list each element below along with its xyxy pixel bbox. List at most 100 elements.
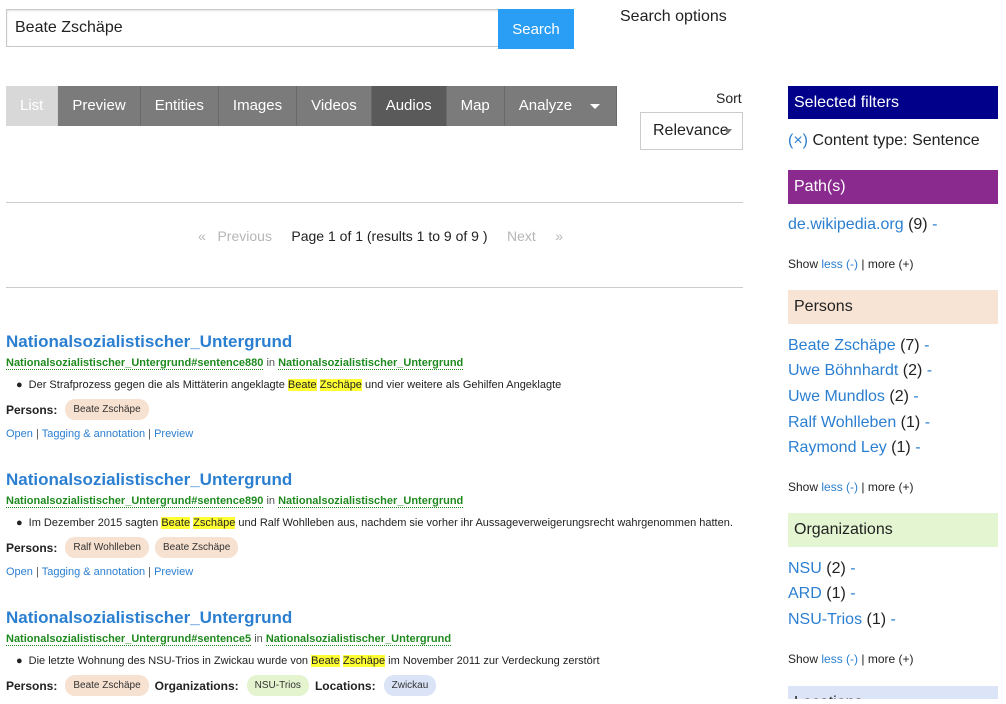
- show-less-link[interactable]: less (-): [821, 480, 858, 494]
- result-in: in: [266, 357, 275, 369]
- facet-item: Uwe Mundlos (2) -: [788, 388, 919, 406]
- preview-link[interactable]: Preview: [154, 428, 193, 440]
- show-more-less: Show less (-) | more (+): [788, 652, 914, 666]
- person-chip[interactable]: Ralf Wohlleben: [65, 537, 149, 558]
- sort-select[interactable]: Relevance: [640, 112, 743, 150]
- snippet-highlight: Beate: [287, 379, 317, 391]
- facet-item: Raymond Ley (1) -: [788, 439, 921, 457]
- facet-item: NSU (2) -: [788, 560, 856, 578]
- person-chip[interactable]: Beate Zschäpe: [155, 537, 239, 558]
- tab-preview[interactable]: Preview: [58, 86, 141, 126]
- open-link[interactable]: Open: [6, 428, 33, 440]
- show-more-link[interactable]: more (+): [868, 257, 914, 271]
- snippet-text: und Ralf Wohlleben aus, nachdem sie vorh…: [235, 517, 733, 529]
- sort-value: Relevance: [653, 122, 729, 139]
- result-in: in: [254, 633, 263, 645]
- chevron-down-icon: [590, 103, 601, 109]
- facet-item: Uwe Böhnhardt (2) -: [788, 362, 932, 380]
- facet-link[interactable]: ARD: [788, 585, 822, 602]
- exclude-facet-button[interactable]: -: [915, 439, 920, 456]
- search-button[interactable]: Search: [498, 9, 574, 49]
- open-link[interactable]: Open: [6, 566, 33, 578]
- result-anchor-link[interactable]: Nationalsozialistischer_Untergrund#sente…: [6, 495, 264, 508]
- exclude-facet-button[interactable]: -: [913, 388, 918, 405]
- search-input[interactable]: [6, 9, 500, 47]
- exclude-facet-button[interactable]: -: [850, 560, 855, 577]
- next-link[interactable]: Next: [507, 228, 536, 244]
- tab-analyze[interactable]: Analyze: [504, 86, 618, 126]
- result-parent-link[interactable]: Nationalsozialistischer_Untergrund: [278, 495, 464, 508]
- organizations-header: Organizations: [788, 513, 998, 547]
- prev-link[interactable]: Previous: [217, 228, 271, 244]
- tab-videos[interactable]: Videos: [297, 86, 372, 126]
- person-chip[interactable]: Beate Zschäpe: [65, 675, 149, 696]
- result-anchor-link[interactable]: Nationalsozialistischer_Untergrund#sente…: [6, 357, 264, 370]
- location-chip[interactable]: Zwickau: [383, 675, 437, 696]
- facet-count: (2): [889, 388, 909, 405]
- selected-filter-label: Content type: Sentence: [812, 132, 980, 149]
- result-parent-link[interactable]: Nationalsozialistischer_Untergrund: [265, 633, 452, 646]
- facet-link[interactable]: NSU-Trios: [788, 611, 862, 628]
- show-label: Show: [788, 480, 819, 494]
- remove-filter-button[interactable]: (×): [788, 132, 808, 149]
- separator: |: [35, 428, 39, 440]
- persons-label: Persons:: [6, 402, 58, 417]
- preview-link[interactable]: Preview: [154, 566, 193, 578]
- prev-arrow[interactable]: «: [198, 228, 206, 244]
- search-options-link[interactable]: Search options: [620, 8, 727, 26]
- exclude-facet-button[interactable]: -: [927, 362, 932, 379]
- facet-link[interactable]: Uwe Mundlos: [788, 388, 885, 405]
- result-snippet: ● Im Dezember 2015 sagten Beate Zschäpe u…: [16, 517, 743, 529]
- result-title-link[interactable]: Nationalsozialistischer_Untergrund: [6, 332, 743, 352]
- facet-item: Beate Zschäpe (7) -: [788, 337, 929, 355]
- snippet-text: Im Dezember 2015 sagten: [28, 517, 162, 529]
- facet-item: NSU-Trios (1) -: [788, 611, 896, 629]
- sort-label: Sort: [716, 90, 742, 106]
- result-meta: Nationalsozialistischer_Untergrund#sente…: [6, 633, 743, 646]
- paths-header: Path(s): [788, 170, 998, 204]
- next-arrow[interactable]: »: [555, 228, 563, 244]
- exclude-facet-button[interactable]: -: [924, 337, 929, 354]
- locations-header: Locations: [788, 686, 998, 699]
- result-item: Nationalsozialistischer_Untergrund Natio…: [6, 470, 743, 578]
- exclude-facet-button[interactable]: -: [891, 611, 896, 628]
- facet-link[interactable]: Ralf Wohlleben: [788, 414, 896, 431]
- result-title-link[interactable]: Nationalsozialistischer_Untergrund: [6, 608, 743, 628]
- pagination: « Previous Page 1 of 1 (results 1 to 9 o…: [198, 228, 563, 244]
- result-anchor-link[interactable]: Nationalsozialistischer_Untergrund#sente…: [6, 633, 252, 646]
- separator: |: [861, 480, 865, 494]
- facet-link[interactable]: Beate Zschäpe: [788, 337, 896, 354]
- bullet-icon: ●: [16, 517, 23, 529]
- exclude-facet-button[interactable]: -: [932, 216, 937, 233]
- facet-link[interactable]: de.wikipedia.org: [788, 216, 904, 233]
- exclude-facet-button[interactable]: -: [925, 414, 930, 431]
- result-title-link[interactable]: Nationalsozialistischer_Untergrund: [6, 470, 743, 490]
- tagging-link[interactable]: Tagging & annotation: [42, 566, 145, 578]
- facet-link[interactable]: Uwe Böhnhardt: [788, 362, 898, 379]
- show-more-link[interactable]: more (+): [868, 480, 914, 494]
- tab-list[interactable]: List: [6, 86, 59, 126]
- tab-images[interactable]: Images: [218, 86, 298, 126]
- organization-chip[interactable]: NSU-Trios: [246, 675, 309, 696]
- organizations-label: Organizations:: [154, 678, 239, 693]
- tab-entities[interactable]: Entities: [140, 86, 219, 126]
- tab-map[interactable]: Map: [446, 86, 505, 126]
- snippet-text: und vier weitere als Gehilfen Angeklagte: [361, 379, 562, 391]
- tagging-link[interactable]: Tagging & annotation: [42, 428, 145, 440]
- exclude-facet-button[interactable]: -: [850, 585, 855, 602]
- facet-count: (7): [900, 337, 920, 354]
- tab-analyze-label: Analyze: [518, 97, 573, 114]
- person-chip[interactable]: Beate Zschäpe: [65, 399, 149, 420]
- result-parent-link[interactable]: Nationalsozialistischer_Untergrund: [278, 357, 464, 370]
- facet-count: (1): [891, 439, 911, 456]
- dropdown-arrow-icon: [724, 129, 732, 134]
- tab-audios[interactable]: Audios: [371, 86, 447, 126]
- bullet-icon: ●: [16, 379, 23, 391]
- divider: [6, 202, 743, 203]
- show-less-link[interactable]: less (-): [821, 257, 858, 271]
- show-label: Show: [788, 257, 819, 271]
- show-more-link[interactable]: more (+): [868, 652, 914, 666]
- show-less-link[interactable]: less (-): [821, 652, 858, 666]
- facet-link[interactable]: Raymond Ley: [788, 439, 887, 456]
- facet-link[interactable]: NSU: [788, 560, 822, 577]
